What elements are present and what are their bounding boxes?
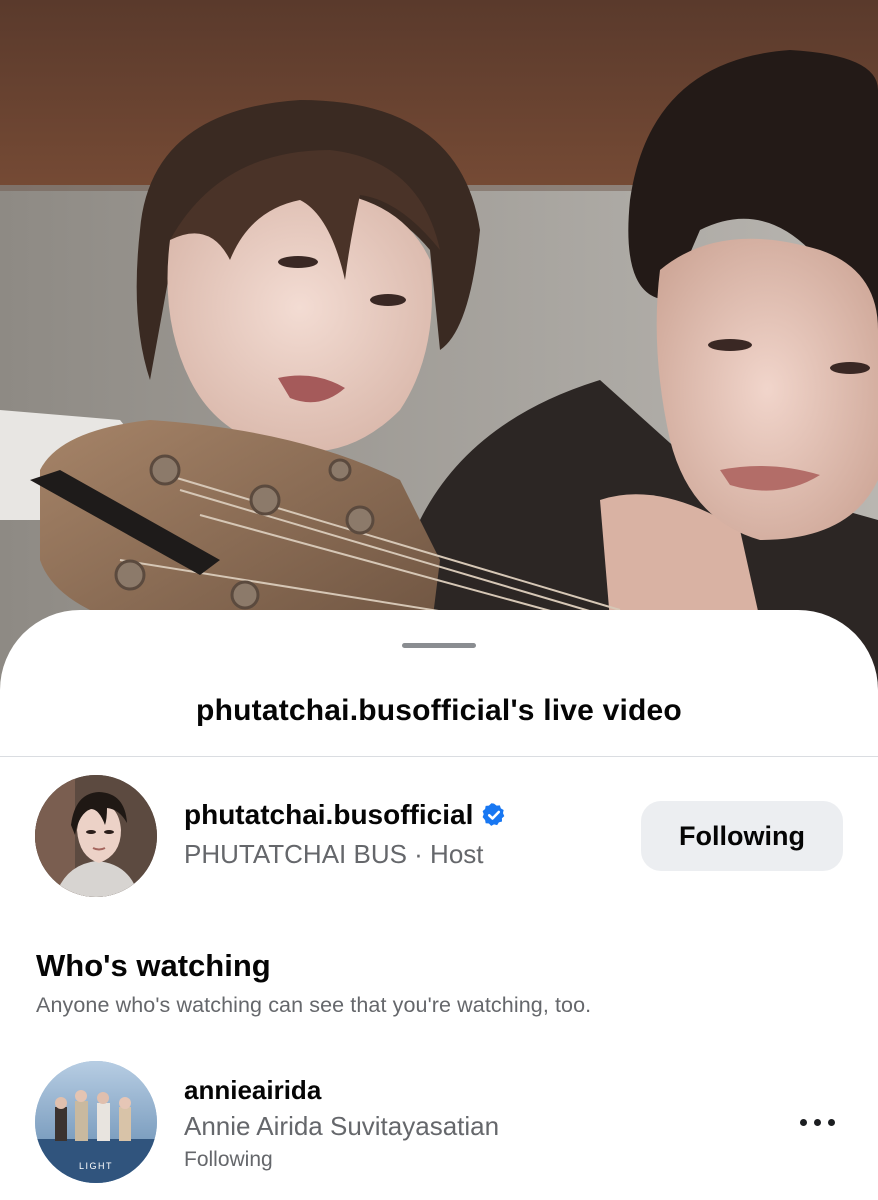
more-dot	[814, 1119, 821, 1126]
host-username[interactable]: phutatchai.busofficial	[184, 799, 473, 831]
host-display-line: PHUTATCHAI BUS · Host	[184, 839, 484, 869]
viewer-avatar-caption: LIGHT	[79, 1161, 113, 1171]
host-avatar-image	[35, 775, 157, 897]
viewer-full-name: Annie Airida Suvitayasatian	[184, 1111, 500, 1141]
sheet-drag-handle[interactable]	[402, 643, 476, 648]
viewer-username[interactable]: annieairida	[184, 1075, 321, 1106]
app-frame: phutatchai.busofficial's live video phut…	[0, 0, 878, 1200]
live-video-image	[0, 0, 878, 700]
more-options-icon[interactable]	[790, 1105, 844, 1141]
host-name-row: phutatchai.busofficial	[184, 799, 507, 831]
viewer-follow-status: Following	[184, 1148, 273, 1171]
more-dot	[800, 1119, 807, 1126]
divider	[0, 756, 878, 757]
live-video-stream[interactable]	[0, 0, 878, 700]
host-avatar[interactable]	[35, 775, 157, 897]
verified-badge-icon	[481, 802, 507, 828]
live-viewers-sheet: phutatchai.busofficial's live video phut…	[0, 610, 878, 1200]
whos-watching-heading: Who's watching	[36, 948, 271, 983]
whos-watching-note: Anyone who's watching can see that you'r…	[36, 993, 592, 1017]
following-button[interactable]: Following	[641, 801, 843, 871]
sheet-title: phutatchai.busofficial's live video	[196, 694, 682, 727]
viewer-avatar[interactable]: LIGHT	[35, 1061, 157, 1183]
viewer-avatar-image: LIGHT	[35, 1061, 157, 1183]
more-dot	[828, 1119, 835, 1126]
